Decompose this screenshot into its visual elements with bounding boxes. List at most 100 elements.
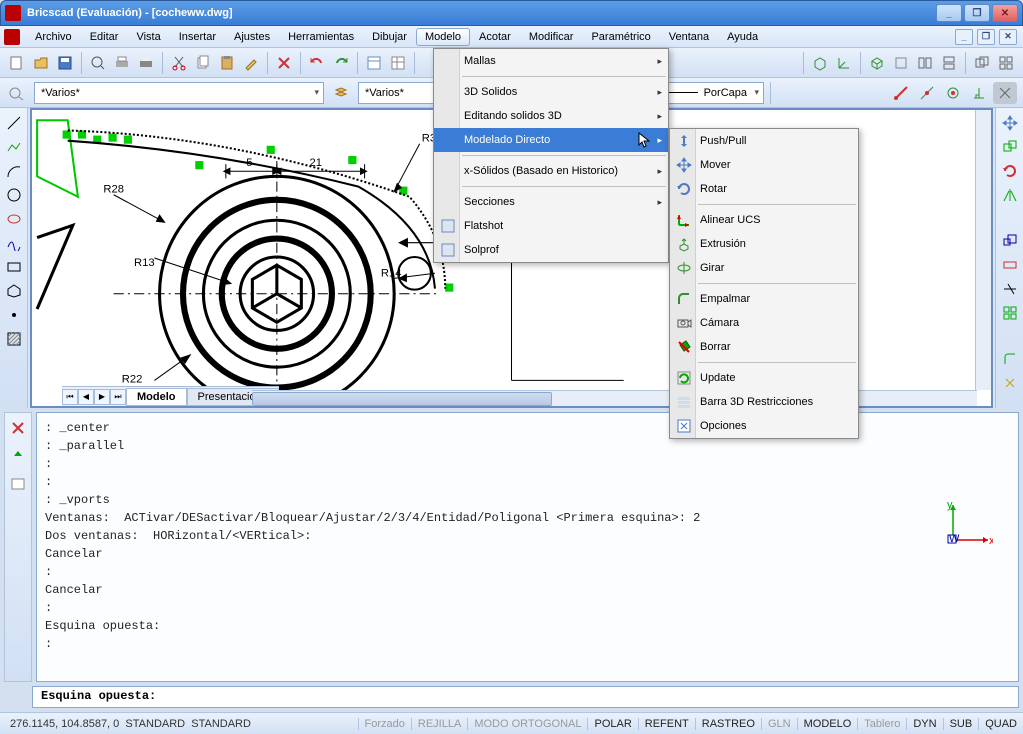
ellipse-tool[interactable]	[3, 208, 25, 230]
layer-dropdown[interactable]: *Varios*	[34, 82, 324, 104]
submenu-item-barra-3d-restricciones[interactable]: Barra 3D Restricciones	[670, 390, 858, 414]
status-rejilla[interactable]: REJILLA	[411, 718, 467, 730]
menu-item-solprof[interactable]: Solprof	[434, 238, 668, 262]
copy-tool[interactable]	[999, 136, 1021, 158]
status-sub[interactable]: SUB	[943, 718, 979, 730]
menu-insertar[interactable]: Insertar	[170, 28, 225, 46]
properties-button[interactable]	[387, 52, 409, 74]
stretch-tool[interactable]	[999, 254, 1021, 276]
copy-button[interactable]	[192, 52, 214, 74]
tab-prev-button[interactable]: ◀	[78, 389, 94, 405]
view-copy-button[interactable]	[971, 52, 993, 74]
maximize-button[interactable]: ❐	[964, 4, 990, 22]
minimize-button[interactable]: _	[936, 4, 962, 22]
submenu-item-alinear-ucs[interactable]: Alinear UCS	[670, 208, 858, 232]
status-dyn[interactable]: DYN	[906, 718, 942, 730]
mirror-tool[interactable]	[999, 184, 1021, 206]
submenu-item-rotar[interactable]: Rotar	[670, 177, 858, 201]
extend-tool[interactable]	[999, 302, 1021, 324]
polygon-tool[interactable]	[3, 280, 25, 302]
status-refent[interactable]: REFENT	[638, 718, 695, 730]
menu-item-modelado-directo[interactable]: Modelado Directo	[434, 128, 668, 152]
publish-button[interactable]	[135, 52, 157, 74]
menu-item-x-s-lidos-basado-en-historico-[interactable]: x-Sólidos (Basado en Historico)	[434, 159, 668, 183]
status-forzado[interactable]: Forzado	[358, 718, 411, 730]
tab-next-button[interactable]: ▶	[94, 389, 110, 405]
polyline-tool[interactable]	[3, 136, 25, 158]
snap-endpoint-button[interactable]	[889, 82, 913, 104]
view-ucs-button[interactable]	[833, 52, 855, 74]
new-button[interactable]	[6, 52, 28, 74]
menu-item-3d-solidos[interactable]: 3D Solidos	[434, 80, 668, 104]
status-tablero[interactable]: Tablero	[857, 718, 906, 730]
menu-item-mallas[interactable]: Mallas	[434, 49, 668, 73]
submenu-item-push-pull[interactable]: Push/Pull	[670, 129, 858, 153]
cmd-up-button[interactable]	[7, 445, 29, 467]
menu-item-editando-solidos-3d[interactable]: Editando solidos 3D	[434, 104, 668, 128]
canvas-scrollbar-v[interactable]	[975, 110, 991, 390]
menu-modificar[interactable]: Modificar	[520, 28, 583, 46]
menu-acotar[interactable]: Acotar	[470, 28, 520, 46]
menu-vista[interactable]: Vista	[127, 28, 169, 46]
scale-tool[interactable]	[999, 230, 1021, 252]
trim-tool[interactable]	[999, 278, 1021, 300]
rotate-tool[interactable]	[999, 160, 1021, 182]
view-split-h-button[interactable]	[938, 52, 960, 74]
menu-editar[interactable]: Editar	[81, 28, 128, 46]
menu-parametrico[interactable]: Paramétrico	[582, 28, 659, 46]
snap-none-button[interactable]	[993, 82, 1017, 104]
tab-first-button[interactable]: ⏮	[62, 389, 78, 405]
fillet-tool[interactable]	[999, 348, 1021, 370]
snap-center-button[interactable]	[941, 82, 965, 104]
submenu-item-empalmar[interactable]: Empalmar	[670, 287, 858, 311]
layer-states-button[interactable]	[330, 82, 352, 104]
circle-tool[interactable]	[3, 184, 25, 206]
tab-modelo[interactable]: Modelo	[126, 388, 187, 406]
menu-ajustes[interactable]: Ajustes	[225, 28, 279, 46]
view-box-button[interactable]	[809, 52, 831, 74]
menu-modelo[interactable]: Modelo	[416, 28, 470, 46]
redo-button[interactable]	[330, 52, 352, 74]
command-input[interactable]: Esquina opuesta:	[32, 686, 1019, 708]
status-modo-ortogonal[interactable]: MODO ORTOGONAL	[467, 718, 587, 730]
line-tool[interactable]	[3, 112, 25, 134]
menu-herramientas[interactable]: Herramientas	[279, 28, 363, 46]
submenu-item-girar[interactable]: Girar	[670, 256, 858, 280]
close-button[interactable]: ✕	[992, 4, 1018, 22]
move-tool[interactable]	[999, 112, 1021, 134]
rect-tool[interactable]	[3, 256, 25, 278]
save-button[interactable]	[54, 52, 76, 74]
cmd-history-button[interactable]	[7, 473, 29, 495]
explorer-button[interactable]	[363, 52, 385, 74]
print-button[interactable]	[111, 52, 133, 74]
menu-ayuda[interactable]: Ayuda	[718, 28, 767, 46]
menu-dibujar[interactable]: Dibujar	[363, 28, 416, 46]
mdi-close-button[interactable]: ✕	[999, 29, 1017, 45]
menu-archivo[interactable]: Archivo	[26, 28, 81, 46]
menu-item-flatshot[interactable]: Flatshot	[434, 214, 668, 238]
view-multi-button[interactable]	[995, 52, 1017, 74]
status-quad[interactable]: QUAD	[978, 718, 1023, 730]
status-gln[interactable]: GLN	[761, 718, 797, 730]
submenu-item-mover[interactable]: Mover	[670, 153, 858, 177]
submenu-item-extrusi-n[interactable]: Extrusión	[670, 232, 858, 256]
layer-manager-button[interactable]	[6, 82, 28, 104]
point-tool[interactable]	[3, 304, 25, 326]
status-rastreo[interactable]: RASTREO	[695, 718, 761, 730]
submenu-item-opciones[interactable]: Opciones	[670, 414, 858, 438]
explode-tool[interactable]	[999, 372, 1021, 394]
status-polar[interactable]: POLAR	[587, 718, 637, 730]
menu-item-secciones[interactable]: Secciones	[434, 190, 668, 214]
matchprop-button[interactable]	[240, 52, 262, 74]
arc-tool[interactable]	[3, 160, 25, 182]
spline-tool[interactable]	[3, 232, 25, 254]
submenu-item-c-mara[interactable]: Cámara	[670, 311, 858, 335]
submenu-item-borrar[interactable]: Borrar	[670, 335, 858, 359]
view-hidden-button[interactable]	[890, 52, 912, 74]
view-split-v-button[interactable]	[914, 52, 936, 74]
status-modelo[interactable]: MODELO	[797, 718, 858, 730]
view-iso-button[interactable]	[866, 52, 888, 74]
undo-button[interactable]	[306, 52, 328, 74]
cut-button[interactable]	[168, 52, 190, 74]
snap-midpoint-button[interactable]	[915, 82, 939, 104]
